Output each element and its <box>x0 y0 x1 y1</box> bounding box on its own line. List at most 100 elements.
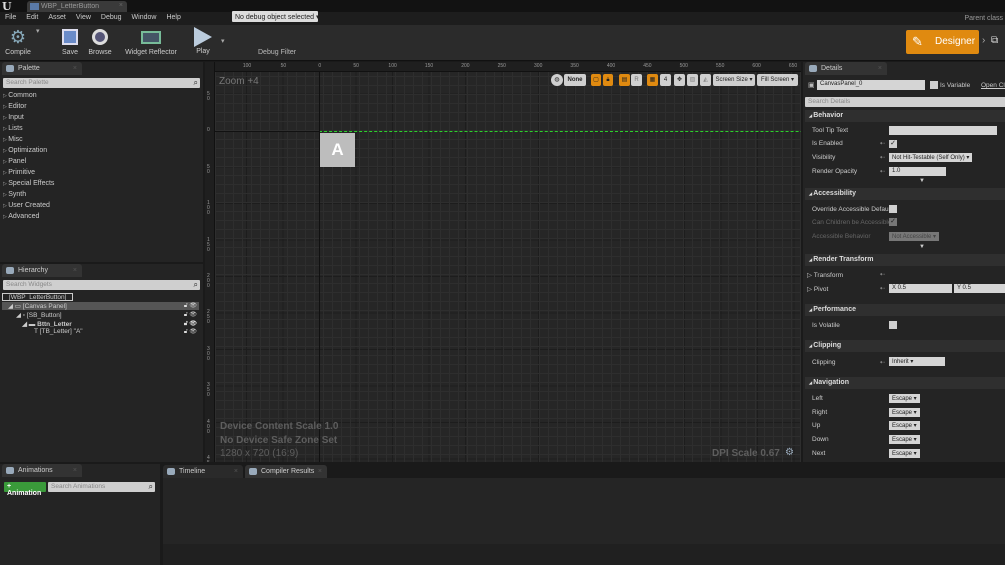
nav-down-dropdown[interactable]: Escape <box>889 435 920 445</box>
fill-screen-dropdown[interactable]: Fill Screen <box>757 74 798 86</box>
designer-canvas[interactable]: A 100 50 0 50 100 150 200 250 300 350 400 450 500 550… <box>205 62 801 462</box>
open-class-link[interactable]: Open Class <box>981 82 1005 89</box>
details-tab[interactable]: Details × <box>805 62 887 75</box>
palette-category[interactable]: Optimization <box>3 147 47 154</box>
nav-up-dropdown[interactable]: Escape <box>889 421 920 431</box>
compile-options-icon[interactable]: ▾ <box>36 27 40 35</box>
hierarchy-tab[interactable]: Hierarchy × <box>2 264 82 277</box>
animations-search-input[interactable]: Search Animations ⌕ <box>48 482 155 492</box>
pivot-x-input[interactable]: X 0.5 <box>889 284 952 293</box>
palette-category[interactable]: Input <box>3 114 24 121</box>
menu-window[interactable]: Window <box>127 12 162 25</box>
close-icon[interactable]: × <box>73 467 77 474</box>
palette-category[interactable]: User Created <box>3 202 50 209</box>
bind-icon[interactable]: ⇠ <box>880 154 885 161</box>
layout-toggle-icon[interactable]: ▤ <box>619 74 630 86</box>
is-volatile-checkbox[interactable] <box>889 321 897 329</box>
menu-file[interactable]: File <box>0 12 21 25</box>
bind-icon[interactable]: ⇠ <box>880 168 885 175</box>
palette-category[interactable]: Lists <box>3 125 22 132</box>
world-toggle-icon[interactable]: ◍ <box>551 74 563 86</box>
override-accessible-checkbox[interactable] <box>889 205 897 213</box>
palette-search-input[interactable]: Search Palette ⌕ <box>3 78 200 88</box>
play-button[interactable]: Play <box>190 27 216 55</box>
close-tab-icon[interactable]: × <box>119 2 123 9</box>
section-accessibility[interactable]: Accessibility <box>805 188 1005 200</box>
lock-eye-icons[interactable]: 🔓︎ 👁︎ <box>184 320 197 328</box>
palette-category[interactable]: Synth <box>3 191 26 198</box>
timeline-tab[interactable]: Timeline × <box>163 465 243 478</box>
menu-help[interactable]: Help <box>161 12 185 25</box>
close-icon[interactable]: × <box>73 267 77 274</box>
section-performance[interactable]: Performance <box>805 304 1005 316</box>
outline-toggle-icon[interactable]: ▢ <box>591 74 601 86</box>
menu-view[interactable]: View <box>71 12 96 25</box>
palette-tab[interactable]: Palette × <box>2 62 82 75</box>
close-icon[interactable]: × <box>73 65 77 72</box>
bind-icon[interactable]: ⇠ <box>880 359 885 366</box>
graph-mode-icon[interactable]: ⧉ <box>991 35 998 46</box>
bind-icon[interactable]: ⇠ <box>880 285 885 292</box>
screen-size-dropdown[interactable]: Screen Size <box>713 74 755 86</box>
document-tab[interactable]: WBP_LetterButton × <box>27 1 127 12</box>
details-search-input[interactable]: Search Details <box>805 97 1005 107</box>
none-dropdown[interactable]: None <box>564 74 586 86</box>
resolution-label[interactable]: 1280 x 720 (16:9) <box>220 448 298 459</box>
nav-next-dropdown[interactable]: Escape <box>889 448 920 458</box>
close-icon[interactable]: × <box>234 468 238 475</box>
respect-locks-button[interactable]: R <box>631 74 642 86</box>
hierarchy-search-input[interactable]: Search Widgets ⌕ <box>3 280 200 290</box>
save-button[interactable]: Save <box>58 27 82 56</box>
is-variable-checkbox[interactable] <box>930 81 938 89</box>
clipping-dropdown[interactable]: Inherit <box>889 357 945 366</box>
nav-right-dropdown[interactable]: Escape <box>889 407 920 417</box>
play-options-icon[interactable]: ▾ <box>221 37 225 45</box>
section-navigation[interactable]: Navigation <box>805 377 1005 389</box>
is-enabled-checkbox[interactable]: ✓ <box>889 140 897 148</box>
grid-snap-size[interactable]: 4 <box>660 74 671 86</box>
section-render-transform[interactable]: Render Transform <box>805 254 1005 266</box>
visibility-dropdown[interactable]: Not Hit-Testable (Self Only) <box>889 153 973 162</box>
pivot-y-input[interactable]: Y 0.5 <box>954 284 1005 293</box>
palette-category[interactable]: Panel <box>3 158 26 165</box>
expand-advanced-icon[interactable]: ▼ <box>919 178 925 184</box>
palette-category[interactable]: Misc <box>3 136 22 143</box>
bind-icon[interactable]: ⇠ <box>880 140 885 147</box>
tree-root[interactable]: [WBP_LetterButton] <box>2 293 73 301</box>
palette-category[interactable]: Common <box>3 92 36 99</box>
designer-mode-button[interactable]: ✎ Designer <box>906 30 979 54</box>
tooltip-input[interactable] <box>889 126 997 135</box>
debug-object-select[interactable]: No debug object selected <box>232 11 318 22</box>
browse-button[interactable]: Browse <box>86 27 114 56</box>
palette-category[interactable]: Advanced <box>3 213 39 220</box>
widget-reflector-button[interactable]: Widget Reflector <box>124 27 178 56</box>
tree-row-canvas-panel[interactable]: ◢ ▭ [Canvas Panel] 🔓︎ 👁︎ <box>2 302 199 310</box>
compile-button[interactable]: ⚙ Compile <box>4 27 32 56</box>
tree-row-sb-button[interactable]: ◢ ▫ [SB_Button] 🔓︎ 👁︎ <box>2 311 199 319</box>
close-icon[interactable]: × <box>318 468 322 475</box>
zoom-to-fit-icon[interactable]: ✥ <box>674 74 685 86</box>
nav-left-dropdown[interactable]: Escape <box>889 394 920 403</box>
lock-eye-icons[interactable]: 🔓︎ 👁︎ <box>184 302 197 310</box>
transform-row[interactable]: ▷ Transform <box>807 271 843 279</box>
tree-row-tb-letter[interactable]: T [TB_Letter] "A" 🔓︎ 👁︎ <box>2 328 199 336</box>
flip-icon[interactable]: ◭ <box>700 74 711 86</box>
compiler-results-tab[interactable]: Compiler Results × <box>245 465 327 478</box>
lock-eye-icons[interactable]: 🔓︎ 👁︎ <box>184 311 197 319</box>
add-animation-button[interactable]: + Animation <box>4 482 46 497</box>
menu-debug[interactable]: Debug <box>96 12 127 25</box>
section-clipping[interactable]: Clipping <box>805 340 1005 352</box>
close-icon[interactable]: × <box>878 65 882 72</box>
pivot-row[interactable]: ▷ Pivot <box>807 285 828 293</box>
expand-advanced-icon[interactable]: ▼ <box>919 244 925 250</box>
palette-category[interactable]: Special Effects <box>3 180 54 187</box>
lock-toggle-icon[interactable]: 🔒︎ <box>603 74 613 86</box>
render-opacity-input[interactable]: 1.0 <box>889 167 946 176</box>
menu-edit[interactable]: Edit <box>21 12 43 25</box>
background-image-icon[interactable]: ▨ <box>687 74 698 86</box>
lock-eye-icons[interactable]: 🔓︎ 👁︎ <box>184 328 197 336</box>
section-behavior[interactable]: Behavior <box>805 110 1005 122</box>
dpi-settings-gear-icon[interactable]: ⚙ <box>785 447 794 458</box>
tree-row-bttn-letter[interactable]: ◢ ▬ Bttn_Letter 🔓︎ 👁︎ <box>2 320 199 328</box>
letter-button-preview[interactable]: A <box>320 133 355 167</box>
